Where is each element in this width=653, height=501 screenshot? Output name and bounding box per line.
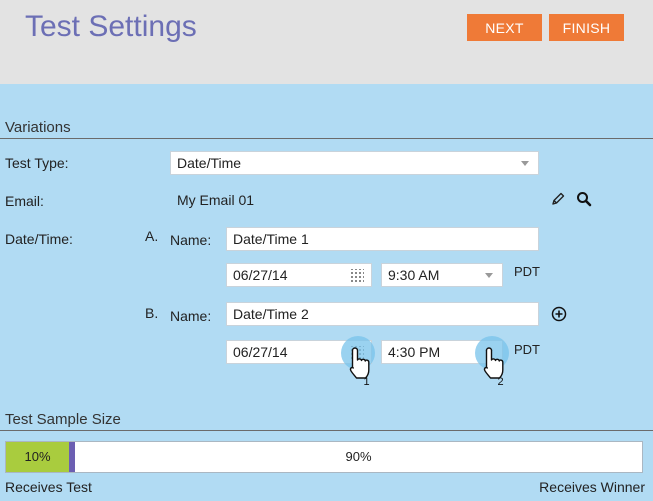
- email-value: My Email 01: [177, 192, 255, 208]
- calendar-icon[interactable]: [351, 269, 364, 282]
- variation-a-name-value: Date/Time 1: [233, 231, 309, 247]
- variation-a-time-value: 9:30 AM: [388, 267, 440, 283]
- variations-divider: [0, 138, 653, 139]
- variation-b-name-input[interactable]: Date/Time 2: [226, 302, 539, 326]
- sample-size-slider[interactable]: 10% 90%: [5, 441, 643, 473]
- variation-a-timezone: PDT: [514, 264, 540, 279]
- datetime-label: Date/Time:: [5, 231, 73, 247]
- settings-panel: [0, 84, 653, 501]
- variation-b-time-value: 4:30 PM: [388, 344, 441, 360]
- page-title: Test Settings: [25, 10, 197, 43]
- sample-size-divider: [0, 430, 653, 431]
- email-label: Email:: [5, 193, 44, 209]
- variation-a-name-label: Name:: [170, 232, 212, 248]
- variation-b-name-label: Name:: [170, 308, 212, 324]
- callout-number-1: 1: [364, 376, 370, 386]
- chevron-down-icon: [521, 161, 529, 166]
- receives-test-segment: 10%: [6, 442, 69, 472]
- hand-cursor-icon: 2: [483, 347, 504, 386]
- variation-b-marker: B.: [145, 305, 159, 321]
- chevron-down-icon: [485, 273, 493, 278]
- variation-a-name-input[interactable]: Date/Time 1: [226, 227, 539, 251]
- variation-a-date-value: 06/27/14: [233, 267, 288, 283]
- variation-a-time-select[interactable]: 9:30 AM: [381, 263, 503, 287]
- search-icon[interactable]: [576, 191, 592, 207]
- test-type-label: Test Type:: [5, 155, 69, 171]
- test-type-select[interactable]: Date/Time: [170, 151, 539, 175]
- variation-a-date-input[interactable]: 06/27/14: [226, 263, 372, 287]
- receives-winner-label: Receives Winner: [539, 479, 645, 495]
- variation-b-date-value: 06/27/14: [233, 344, 288, 360]
- sample-size-heading: Test Sample Size: [5, 411, 121, 428]
- hand-cursor-icon: 1: [349, 347, 370, 386]
- header-bar: Test Settings NEXT FINISH: [0, 0, 653, 84]
- finish-button[interactable]: FINISH: [549, 14, 624, 41]
- variation-b-timezone: PDT: [514, 342, 540, 357]
- test-type-value: Date/Time: [177, 155, 242, 171]
- variations-heading: Variations: [5, 119, 71, 136]
- receives-test-label: Receives Test: [5, 479, 92, 495]
- callout-number-2: 2: [498, 376, 504, 386]
- plus-circle-icon[interactable]: [551, 306, 567, 322]
- variation-b-name-value: Date/Time 2: [233, 306, 309, 322]
- variation-a-marker: A.: [145, 228, 159, 244]
- next-button[interactable]: NEXT: [467, 14, 542, 41]
- pencil-icon[interactable]: [550, 191, 566, 207]
- receives-winner-segment: 90%: [345, 449, 372, 464]
